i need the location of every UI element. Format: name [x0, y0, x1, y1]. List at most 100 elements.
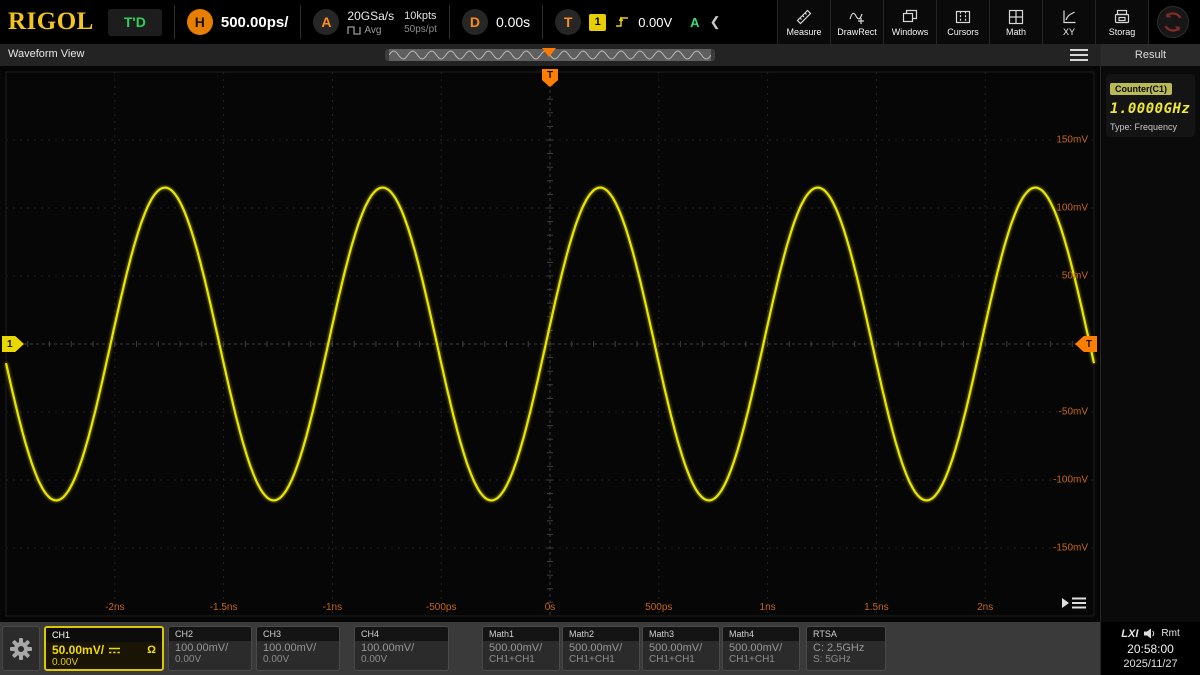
math-expression: CH1+CH1	[483, 654, 559, 665]
menu-expand-icon[interactable]	[1060, 594, 1088, 612]
acquire-mode: Avg	[364, 25, 381, 36]
rtsa-name: RTSA	[807, 627, 885, 641]
math4-box[interactable]: Math4 500.00mV/ CH1+CH1	[722, 626, 800, 671]
math3-box[interactable]: Math3 500.00mV/ CH1+CH1	[642, 626, 720, 671]
timebase-value: 500.00ps/	[221, 14, 289, 31]
divider	[449, 5, 450, 39]
math1-box[interactable]: Math1 500.00mV/ CH1+CH1	[482, 626, 560, 671]
collapse-toolbar-icon[interactable]: ❮	[710, 14, 721, 30]
windows-icon	[901, 8, 919, 26]
channel-name: CH4	[355, 627, 448, 641]
channel-name: CH2	[169, 627, 251, 641]
delay-settings[interactable]: D 0.00s	[462, 9, 530, 35]
rtsa-box[interactable]: RTSA C: 2.5GHz S: 5GHz	[806, 626, 886, 671]
x-axis-label: -1.5ns	[210, 602, 238, 613]
divider	[542, 5, 543, 39]
trigger-status-badge[interactable]: T'D	[108, 9, 162, 36]
channel-ch1-box[interactable]: CH1 50.00mV/ Ω 0.00V	[44, 626, 164, 671]
divider	[174, 5, 175, 39]
sample-resolution: 50ps/pt	[404, 24, 437, 35]
clock-date[interactable]: 2025/11/27	[1123, 658, 1177, 670]
channel-name: CH1	[46, 628, 162, 642]
trigger-sweep-mode: A	[690, 15, 699, 30]
rigol-logo: RIGOL	[8, 8, 94, 36]
y-axis-label: 100mV	[1056, 203, 1088, 214]
math-scale: 500.00mV/	[489, 642, 542, 654]
acquire-info: 20GSa/s Avg 10kpts 50ps/pt	[347, 9, 437, 36]
windows-button[interactable]: Windows	[883, 0, 936, 44]
rtsa-span: S: 5GHz	[807, 654, 885, 665]
math-name: Math4	[723, 627, 799, 641]
horizontal-badge: H	[187, 9, 213, 35]
math-expression: CH1+CH1	[723, 654, 799, 665]
result-panel: Result Counter(C1) 1.0000GHz Type: Frequ…	[1100, 44, 1200, 675]
x-axis-label: -500ps	[426, 602, 457, 613]
math-icon	[1007, 8, 1025, 26]
counter-value: 1.0000GHz	[1110, 101, 1191, 117]
settings-button[interactable]	[2, 626, 40, 671]
trigger-source-badge: 1	[589, 14, 606, 31]
assistant-button[interactable]	[1148, 0, 1196, 44]
math-scale: 500.00mV/	[729, 642, 782, 654]
gear-icon	[10, 638, 32, 660]
counter-result[interactable]: Counter(C1) 1.0000GHz Type: Frequency	[1106, 74, 1195, 137]
xy-button[interactable]: XY	[1042, 0, 1095, 44]
divider	[300, 5, 301, 39]
ruler-icon	[795, 8, 813, 26]
lxi-logo: LXI	[1121, 628, 1138, 640]
tool-label: XY	[1063, 27, 1075, 37]
measure-button[interactable]: Measure	[777, 0, 830, 44]
cursors-icon	[954, 8, 972, 26]
menu-icon[interactable]	[1070, 49, 1088, 61]
channel-offset: 0.00V	[46, 657, 162, 668]
storage-icon	[1113, 8, 1131, 26]
status-block: LXI Rmt 20:58:00 2025/11/27	[1101, 622, 1200, 675]
channel-scale: 100.00mV/	[263, 642, 316, 654]
x-axis-label: -2ns	[105, 602, 124, 613]
x-axis-label: 0s	[545, 602, 556, 613]
tool-label: Cursors	[947, 27, 979, 37]
tool-label: Measure	[786, 27, 821, 37]
x-axis-label: 1.5ns	[864, 602, 888, 613]
x-axis-label: -1ns	[323, 602, 342, 613]
sample-rate: 20GSa/s	[347, 9, 394, 23]
trigger-position-pointer[interactable]	[542, 48, 556, 57]
trigger-badge: T	[555, 9, 581, 35]
counter-source-badge: Counter(C1)	[1110, 83, 1172, 95]
top-bar: RIGOL T'D H 500.00ps/ A 20GSa/s Avg 10kp…	[0, 0, 1200, 44]
channel-scale: 100.00mV/	[175, 642, 228, 654]
y-axis-label: -50mV	[1059, 407, 1088, 418]
math-expression: CH1+CH1	[563, 654, 639, 665]
channel-offset: 0.00V	[169, 654, 251, 665]
math-name: Math3	[643, 627, 719, 641]
math-button[interactable]: Math	[989, 0, 1042, 44]
trigger-settings[interactable]: T 1 0.00V A	[555, 9, 699, 35]
channel-offset: 0.00V	[257, 654, 339, 665]
channel-ch3-box[interactable]: CH3 100.00mV/ 0.00V	[256, 626, 340, 671]
channel-ch4-box[interactable]: CH4 100.00mV/ 0.00V	[354, 626, 449, 671]
cursors-button[interactable]: Cursors	[936, 0, 989, 44]
tool-label: Windows	[892, 27, 929, 37]
drawrect-button[interactable]: DrawRect	[830, 0, 883, 44]
speaker-icon[interactable]	[1143, 628, 1156, 639]
storage-button[interactable]: Storag	[1095, 0, 1148, 44]
channel-ch2-box[interactable]: CH2 100.00mV/ 0.00V	[168, 626, 252, 671]
horizontal-settings[interactable]: H 500.00ps/	[187, 9, 289, 35]
quick-toolbar: Measure DrawRect Windows Cursors Math XY…	[777, 0, 1148, 44]
tool-label: Math	[1006, 27, 1026, 37]
x-axis-label: 500ps	[645, 602, 672, 613]
y-axis-label: -100mV	[1053, 475, 1088, 486]
acquire-badge: A	[313, 9, 339, 35]
acquire-settings[interactable]: A 20GSa/s Avg 10kpts 50ps/pt	[313, 9, 437, 36]
rtsa-center: C: 2.5GHz	[813, 642, 864, 654]
math-name: Math1	[483, 627, 559, 641]
memory-depth: 10kpts	[404, 10, 437, 22]
tool-label: DrawRect	[837, 27, 877, 37]
rising-edge-icon	[614, 14, 630, 30]
impedance-indicator: Ω	[147, 644, 156, 656]
channel-offset: 0.00V	[355, 654, 448, 665]
waveform-view-title: Waveform View	[8, 48, 84, 60]
clock-time[interactable]: 20:58:00	[1127, 642, 1174, 656]
math2-box[interactable]: Math2 500.00mV/ CH1+CH1	[562, 626, 640, 671]
waveform-display[interactable]: 150mV 100mV 50mV -50mV -100mV -150mV -2n…	[0, 66, 1100, 622]
